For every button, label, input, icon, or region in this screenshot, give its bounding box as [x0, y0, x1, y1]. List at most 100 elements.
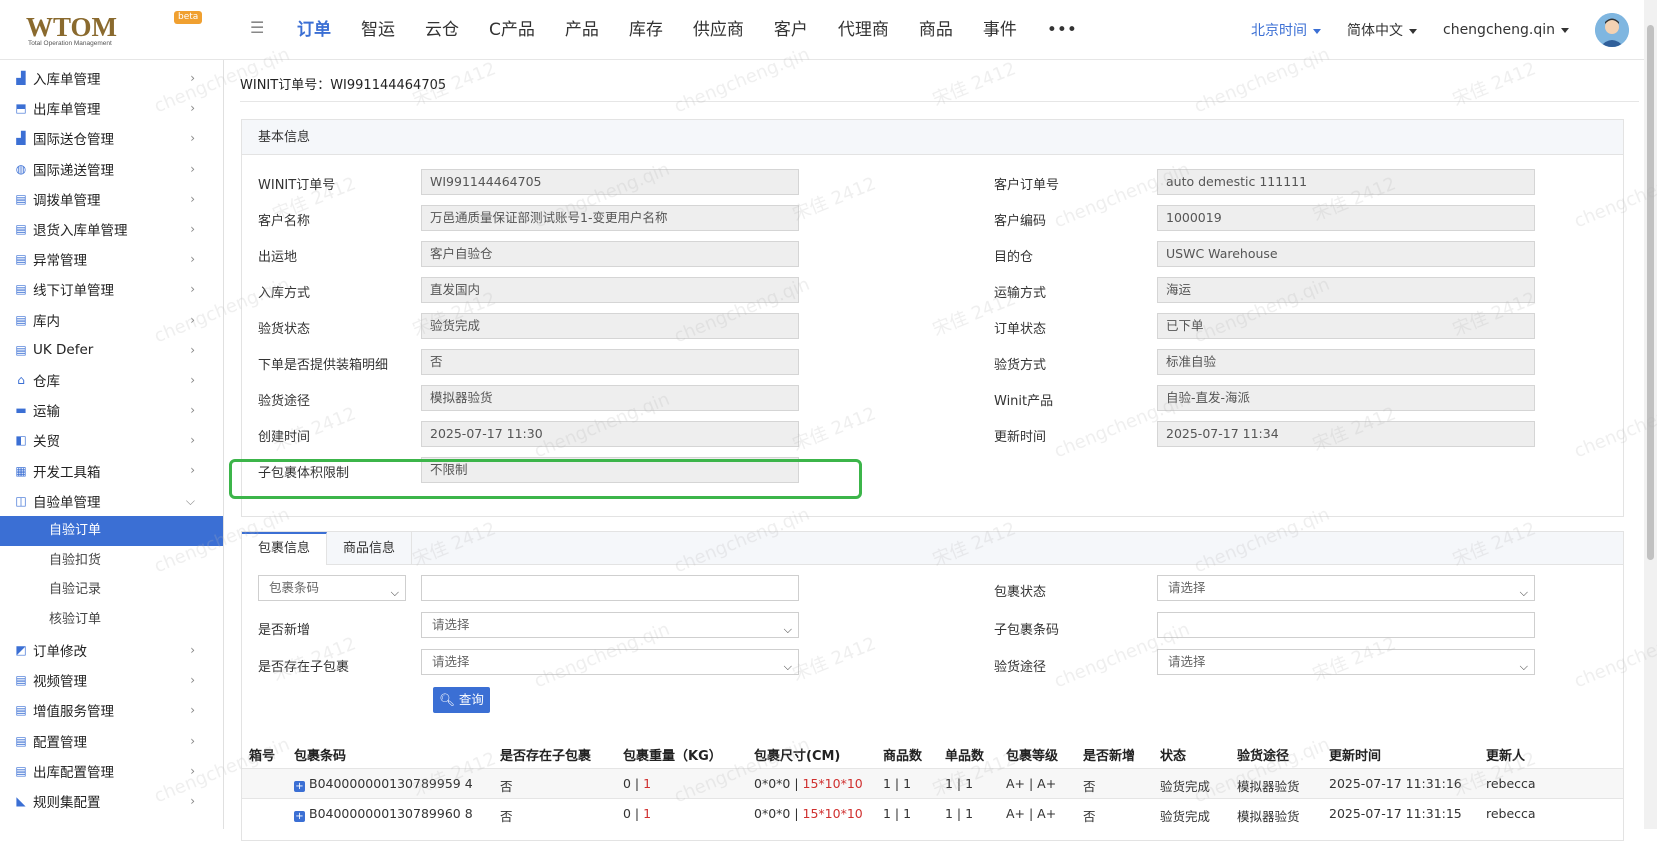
is-new-select[interactable]: 请选择 ⌵ — [421, 612, 799, 638]
column-header: 更新时间 — [1329, 749, 1382, 764]
nav-item-11[interactable]: ••• — [1032, 0, 1092, 60]
chevron-down-icon: ⌵ — [783, 660, 792, 673]
inspect-route-value: 请选择 — [1168, 654, 1206, 669]
sidebar-item[interactable]: ◍ 国际递送管理 › — [0, 154, 223, 184]
field-label: 下单是否提供装箱明细 — [258, 358, 389, 373]
search-icon: 🔍︎ — [439, 692, 455, 707]
nav-item-1[interactable]: 智运 — [346, 0, 410, 60]
nav-item-9[interactable]: 商品 — [904, 0, 968, 60]
sidebar-item-label: 规则集配置 — [33, 795, 101, 812]
beta-badge: beta — [174, 11, 203, 24]
weight-declared: 1 — [643, 776, 652, 791]
list-icon: ▤ — [15, 703, 27, 718]
inspect-icon: ◫ — [15, 493, 27, 508]
language-dropdown[interactable]: 简体中文 — [1347, 20, 1417, 40]
sidebar-item[interactable]: ⬒ 出库单管理 › — [0, 93, 223, 123]
inspect-route-label: 验货途径 — [994, 660, 1047, 675]
query-button[interactable]: 🔍︎ 查询 — [433, 687, 490, 713]
chevron-right-icon: › — [190, 252, 195, 267]
sidebar-item[interactable]: ◣ 规则集配置 › — [0, 786, 223, 816]
field-label: 验货途径 — [258, 394, 311, 409]
chevron-right-icon: › — [190, 463, 195, 478]
package-panel: 包裹信息 商品信息 包裹条码 ⌵ 包裹状态 请选择 ⌵ 是否新增 请选择 ⌵ 子包裹条… — [241, 531, 1624, 841]
package-status-label: 包裹状态 — [994, 585, 1047, 600]
tab-package-info[interactable]: 包裹信息 — [242, 532, 328, 565]
sub-barcode-input[interactable] — [1157, 612, 1535, 638]
sidebar-subitem[interactable]: 自验订单 — [0, 515, 223, 546]
nav-item-10[interactable]: 事件 — [968, 0, 1032, 60]
sidebar-item[interactable]: ▟ 国际送仓管理 › — [0, 123, 223, 153]
sidebar-item[interactable]: ◩ 订单修改 › — [0, 635, 223, 665]
sidebar-item[interactable]: ▤ UK Defer › — [0, 335, 223, 365]
column-header: 包裹等级 — [1006, 749, 1059, 764]
sidebar-item-label: 出库配置管理 — [33, 764, 114, 781]
sidebar-item[interactable]: ▤ 视频管理 › — [0, 665, 223, 695]
sidebar-item[interactable]: ▦ 开发工具箱 › — [0, 455, 223, 485]
sidebar-item[interactable]: ▤ 出库配置管理 › — [0, 756, 223, 786]
user-avatar-icon — [1595, 13, 1629, 47]
sidebar-item[interactable]: ▤ 库内 › — [0, 305, 223, 335]
user-dropdown[interactable]: chengcheng.qin — [1443, 22, 1569, 38]
field-value: 自验-直发-海派 — [1157, 385, 1535, 411]
menu-toggle-icon[interactable]: ☰ — [250, 20, 268, 36]
chevron-right-icon: › — [190, 733, 195, 748]
expand-plus-icon[interactable]: + — [294, 811, 305, 822]
sidebar-item-label: 运输 — [33, 404, 60, 421]
field-label: 验货状态 — [258, 322, 311, 337]
package-tabs: 包裹信息 商品信息 — [242, 532, 1623, 565]
nav-item-6[interactable]: 供应商 — [678, 0, 759, 60]
inspect-route-select[interactable]: 请选择 ⌵ — [1157, 649, 1535, 675]
scrollbar[interactable] — [1644, 0, 1657, 829]
nav-item-7[interactable]: 客户 — [759, 0, 823, 60]
sidebar-item[interactable]: ▤ 配置管理 › — [0, 726, 223, 756]
expand-plus-icon[interactable]: + — [294, 781, 305, 792]
nav-item-5[interactable]: 库存 — [614, 0, 678, 60]
nav-item-0[interactable]: 订单 — [282, 0, 346, 60]
field-value: 海运 — [1157, 277, 1535, 303]
table-row[interactable]: + B040000000130789959 4 否 0 | 1 0*0*0 | 15*1… — [242, 768, 1623, 798]
nav-item-3[interactable]: C产品 — [474, 0, 550, 60]
nav-item-2[interactable]: 云仓 — [410, 0, 474, 60]
field-value: 直发国内 — [421, 277, 799, 303]
highlight-box — [229, 459, 862, 499]
package-status-select[interactable]: 请选择 ⌵ — [1157, 575, 1535, 601]
timezone-dropdown[interactable]: 北京时间 — [1251, 20, 1321, 40]
nav-item-8[interactable]: 代理商 — [823, 0, 904, 60]
tab-product-info[interactable]: 商品信息 — [327, 532, 413, 565]
field-value: 1000019 — [1157, 205, 1535, 231]
field-label: 客户编码 — [994, 214, 1047, 229]
sidebar-item[interactable]: ◫ 自验单管理 ⌵ — [0, 486, 223, 516]
sidebar-item[interactable]: ⌂ 仓库 › — [0, 365, 223, 395]
table-cell: 1 | 1 — [883, 776, 912, 791]
is-new-value: 请选择 — [432, 617, 470, 632]
chevron-down-icon — [1561, 27, 1569, 33]
logo[interactable]: WTOM Total Operation Management beta — [26, 11, 216, 48]
sidebar-item[interactable]: ▟ 入库单管理 › — [0, 63, 223, 93]
scrollbar-thumb[interactable] — [1647, 25, 1654, 560]
table-row[interactable]: + B040000000130789960 8 否 0 | 1 0*0*0 | 15*1… — [242, 798, 1623, 828]
sidebar-item[interactable]: ▬ 运输 › — [0, 395, 223, 425]
basic-info-title: 基本信息 — [242, 120, 1623, 155]
chevron-right-icon: › — [190, 403, 195, 418]
barcode-input[interactable] — [421, 575, 799, 601]
field-label: 入库方式 — [258, 286, 311, 301]
sidebar-item[interactable]: ▤ 增值服务管理 › — [0, 695, 223, 725]
barcode-type-select[interactable]: 包裹条码 ⌵ — [258, 575, 406, 601]
nav-item-4[interactable]: 产品 — [550, 0, 614, 60]
table-cell: 否 — [1083, 809, 1096, 824]
sidebar-subitem[interactable]: 自验记录 — [0, 575, 223, 605]
table-cell: 2025-07-17 11:31:15 — [1329, 806, 1462, 821]
sidebar-subitem[interactable]: 核验订单 — [0, 605, 223, 635]
sidebar-item[interactable]: ▤ 调拨单管理 › — [0, 184, 223, 214]
avatar[interactable] — [1595, 13, 1629, 47]
has-sub-select[interactable]: 请选择 ⌵ — [421, 649, 799, 675]
list-icon: ▤ — [15, 282, 27, 297]
table-cell: 0 | 1 — [623, 806, 651, 821]
chevron-right-icon: › — [190, 221, 195, 236]
sidebar-item[interactable]: ▤ 线下订单管理 › — [0, 274, 223, 304]
sidebar-subitem[interactable]: 自验扣货 — [0, 546, 223, 576]
sidebar-item[interactable]: ▤ 退货入库单管理 › — [0, 214, 223, 244]
sidebar-item[interactable]: ◧ 关贸 › — [0, 425, 223, 455]
size-actual: 0*0*0 | — [754, 806, 803, 821]
sidebar-item[interactable]: ▤ 异常管理 › — [0, 244, 223, 274]
